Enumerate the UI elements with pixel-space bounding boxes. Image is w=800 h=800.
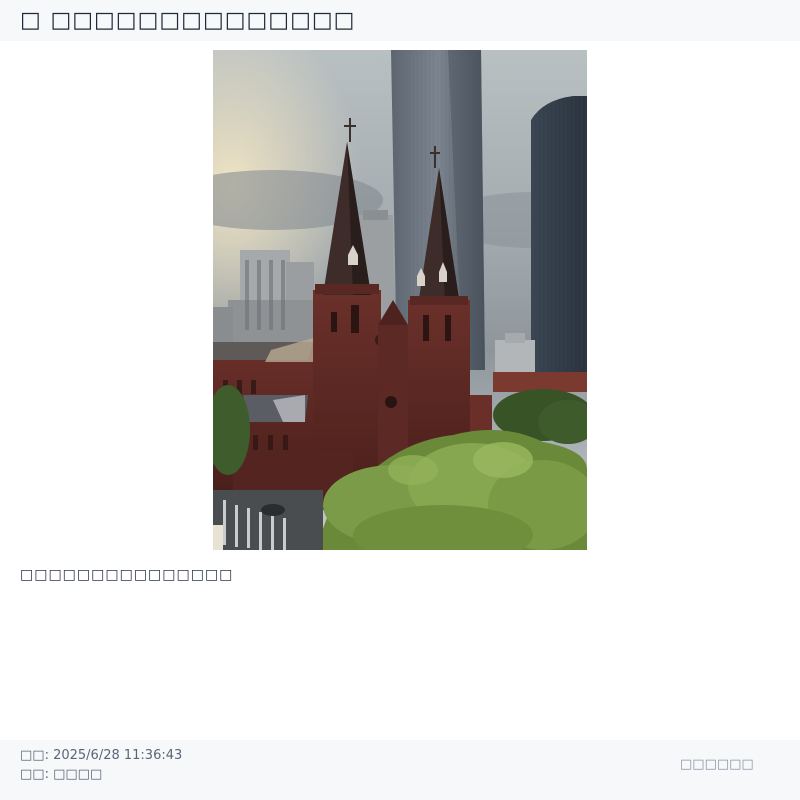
church-photo-illustration	[213, 50, 587, 550]
header-bar: □ □□□□□□□□□□□□□□	[0, 0, 800, 41]
post-timestamp: □□: 2025/6/28 11:36:43	[20, 748, 183, 763]
post-page: □ □□□□□□□□□□□□□□ □□□□□□□□□□□□□□□ □□: 202…	[0, 0, 800, 800]
time-value: 2025/6/28 11:36:43	[53, 748, 183, 763]
post-photo	[213, 50, 587, 550]
author-label: □□	[20, 767, 45, 782]
page-title: □ □□□□□□□□□□□□□□	[20, 8, 356, 33]
footer-link[interactable]: □□□□□□	[680, 757, 754, 772]
time-label: □□	[20, 748, 45, 763]
footer-bar: □□: 2025/6/28 11:36:43 □□: □□□□ □□□□□□	[0, 740, 800, 800]
post-caption: □□□□□□□□□□□□□□□	[20, 567, 234, 583]
author-value: □□□□	[53, 767, 103, 782]
post-author: □□: □□□□	[20, 767, 103, 782]
